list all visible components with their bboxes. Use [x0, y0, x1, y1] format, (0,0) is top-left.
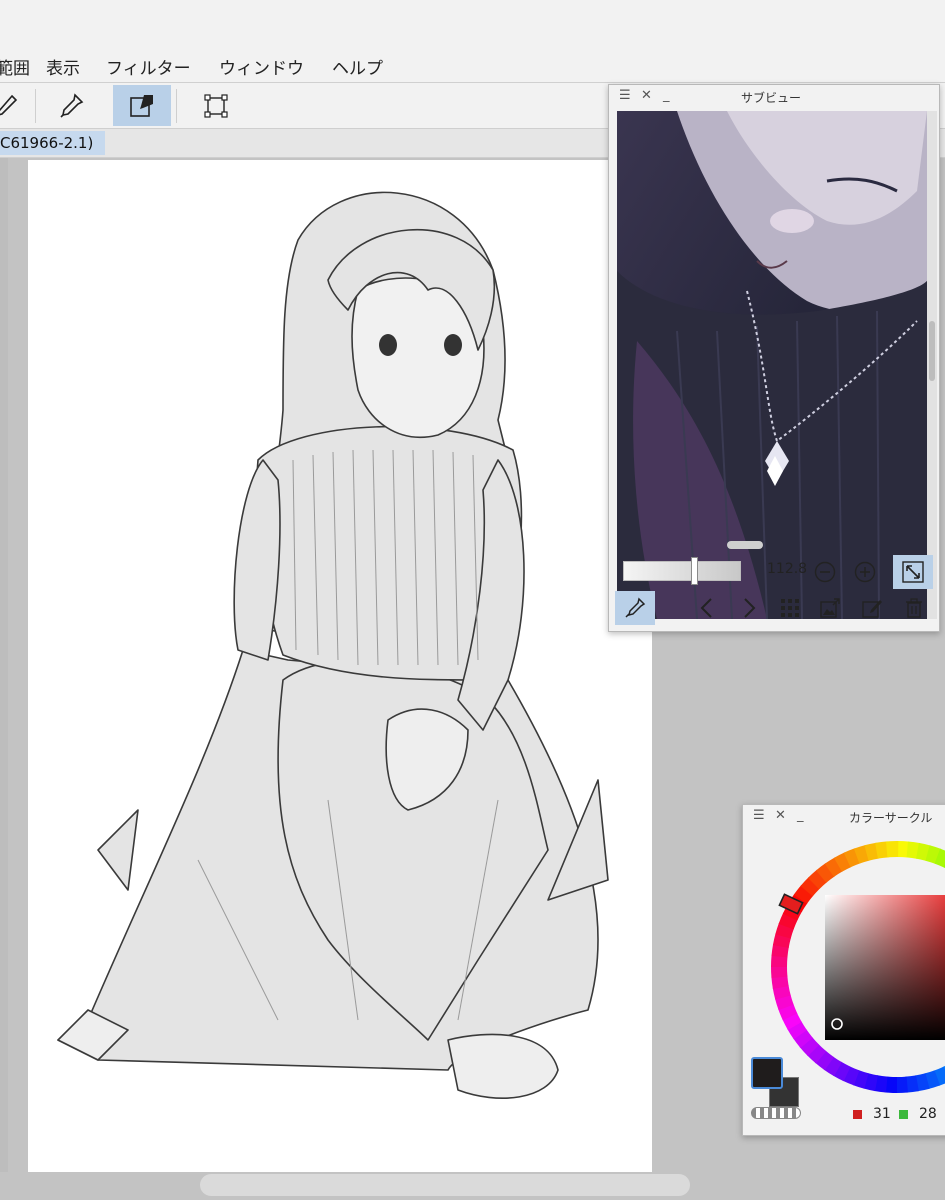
- eyedropper-layer-icon: [130, 94, 153, 117]
- tool-transform[interactable]: [187, 85, 245, 126]
- green-channel-value: 28: [919, 1106, 937, 1122]
- toolbar-separator: [35, 89, 36, 123]
- scrollbar-thumb[interactable]: [929, 321, 935, 381]
- zoom-in-button[interactable]: [853, 560, 877, 584]
- eyedropper-icon: [625, 597, 646, 618]
- tool-subview-eyedropper[interactable]: [113, 85, 171, 126]
- panel-menu-icon[interactable]: ☰: [753, 808, 765, 823]
- red-channel-value: 31: [873, 1106, 891, 1122]
- image-list-button[interactable]: [777, 595, 803, 621]
- reference-illustration: [617, 111, 927, 619]
- subview-vertical-scrollbar[interactable]: [927, 111, 937, 619]
- subview-resize-handle[interactable]: [727, 541, 763, 549]
- chevron-left-icon: [700, 598, 712, 618]
- zoom-out-button[interactable]: [813, 560, 837, 584]
- transparent-color-swatch[interactable]: [751, 1107, 801, 1119]
- subview-reference-image[interactable]: [617, 111, 927, 619]
- line-art-drawing: [57, 191, 609, 1099]
- edit-icon: [862, 600, 882, 618]
- toolbar-separator: [176, 89, 177, 123]
- delete-image-button[interactable]: [901, 595, 927, 621]
- top-bar: [0, 0, 945, 48]
- color-circle-titlebar[interactable]: ☰ ✕ _ カラーサークル: [743, 805, 945, 829]
- menu-item-selection[interactable]: 範囲: [0, 54, 30, 79]
- primary-color-swatch[interactable]: [751, 1057, 783, 1089]
- fit-window-icon: [902, 561, 924, 583]
- subview-panel: ☰ ✕ _ サブビュー 112.8: [608, 84, 940, 632]
- transform-icon: [204, 93, 228, 118]
- canvas-left-edge: [0, 158, 8, 1200]
- menu-item-filter[interactable]: フィルター: [106, 54, 191, 79]
- minus-circle-icon: [814, 561, 836, 583]
- panel-menu-icon[interactable]: ☰: [619, 88, 631, 103]
- horizontal-scrollbar-thumb[interactable]: [200, 1174, 690, 1196]
- chevron-right-icon: [744, 598, 756, 618]
- close-icon[interactable]: ✕: [641, 88, 652, 103]
- menu-item-help[interactable]: ヘルプ: [332, 54, 383, 79]
- canvas-paper[interactable]: [28, 160, 652, 1172]
- previous-image-button[interactable]: [695, 595, 719, 621]
- pen-icon: [0, 94, 18, 115]
- plus-circle-icon: [854, 561, 876, 583]
- document-tab[interactable]: C61966-2.1): [0, 131, 106, 155]
- minimize-icon[interactable]: _: [663, 88, 670, 103]
- subview-title: サブビュー: [741, 91, 802, 105]
- import-image-button[interactable]: [817, 595, 843, 621]
- edit-image-button[interactable]: [859, 595, 885, 621]
- color-circle-panel: ☰ ✕ _ カラーサークル 31 28: [742, 804, 945, 1136]
- tool-eyedropper[interactable]: [42, 85, 100, 126]
- zoom-slider-thumb[interactable]: [690, 557, 698, 585]
- subview-eyedropper-button[interactable]: [615, 591, 655, 625]
- minimize-icon[interactable]: _: [797, 808, 804, 823]
- next-image-button[interactable]: [737, 595, 761, 621]
- menu-item-view[interactable]: 表示: [46, 54, 80, 79]
- document-tab-label: C61966-2.1): [0, 134, 94, 152]
- grid-icon: [781, 599, 799, 617]
- color-circle-title: カラーサークル: [849, 811, 933, 825]
- menu-item-window[interactable]: ウィンドウ: [219, 54, 304, 79]
- red-channel-indicator: [853, 1110, 862, 1119]
- trash-icon: [906, 598, 922, 618]
- green-channel-indicator: [899, 1110, 908, 1119]
- fit-to-window-button[interactable]: [893, 555, 933, 589]
- zoom-slider[interactable]: [623, 557, 741, 585]
- menu-bar: 範囲 表示 フィルター ウィンドウ ヘルプ: [0, 48, 945, 83]
- close-icon[interactable]: ✕: [775, 808, 786, 823]
- image-import-icon: [820, 598, 840, 618]
- tool-pen-partial[interactable]: [0, 85, 34, 126]
- eyedropper-icon: [60, 92, 84, 118]
- zoom-value: 112.8: [767, 561, 808, 577]
- subview-titlebar[interactable]: ☰ ✕ _ サブビュー: [609, 85, 939, 109]
